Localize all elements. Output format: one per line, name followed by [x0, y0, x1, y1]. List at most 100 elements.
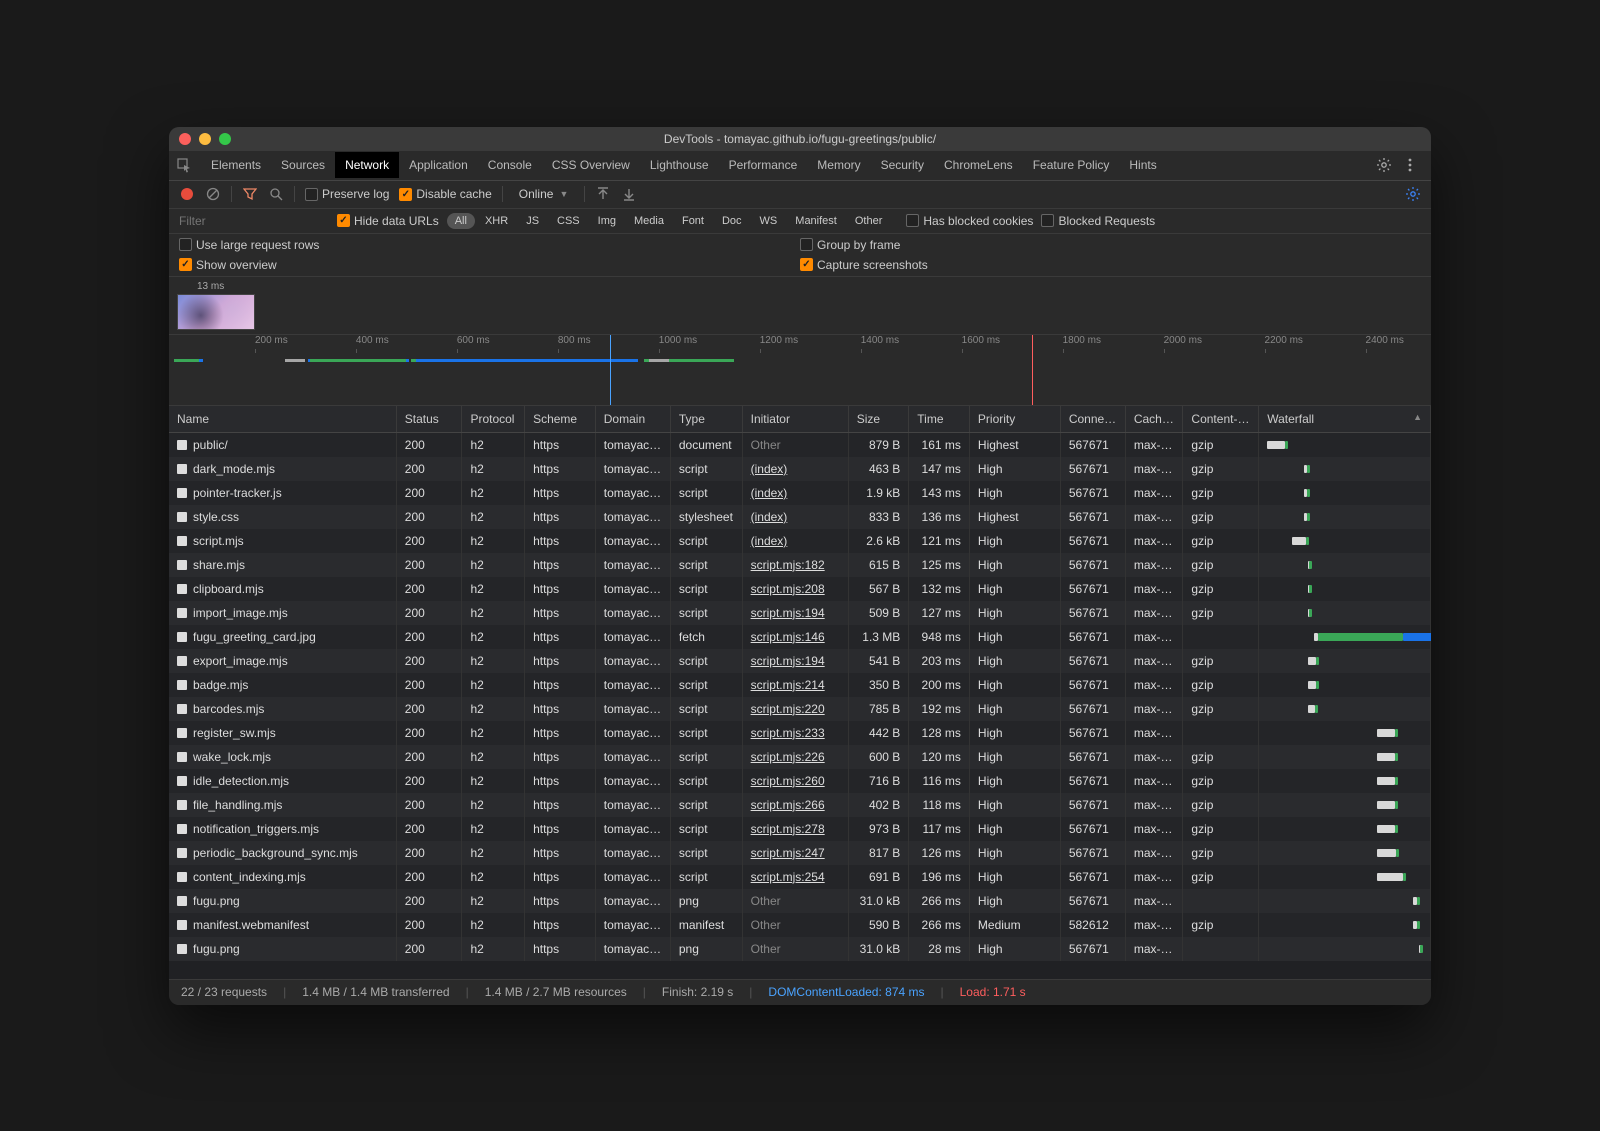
cell: (index) — [742, 505, 848, 529]
table-row[interactable]: content_indexing.mjs200h2httpstomayac…sc… — [169, 865, 1431, 889]
inspect-icon[interactable] — [175, 156, 193, 174]
more-icon[interactable] — [1401, 156, 1419, 174]
tab-sources[interactable]: Sources — [271, 152, 335, 178]
tab-chromelens[interactable]: ChromeLens — [934, 152, 1023, 178]
column-header[interactable]: Protocol — [462, 406, 525, 433]
throttling-select[interactable]: Online▼ — [513, 185, 575, 203]
column-header[interactable]: Domain — [595, 406, 670, 433]
tab-lighthouse[interactable]: Lighthouse — [640, 152, 719, 178]
capture-screenshots-checkbox[interactable]: Capture screenshots — [800, 258, 1421, 272]
table-row[interactable]: public/200h2httpstomayac…documentOther87… — [169, 432, 1431, 457]
column-header[interactable]: Size — [848, 406, 909, 433]
table-row[interactable]: notification_triggers.mjs200h2httpstomay… — [169, 817, 1431, 841]
requests-table: NameStatusProtocolSchemeDomainTypeInitia… — [169, 406, 1431, 961]
filter-type-manifest[interactable]: Manifest — [787, 213, 845, 229]
filter-type-ws[interactable]: WS — [752, 213, 786, 229]
tab-performance[interactable]: Performance — [719, 152, 808, 178]
timeline-tick: 1000 ms — [659, 335, 697, 346]
cell: script — [670, 721, 742, 745]
filter-type-css[interactable]: CSS — [549, 213, 588, 229]
record-button[interactable] — [179, 186, 195, 202]
table-row[interactable]: fugu.png200h2httpstomayac…pngOther31.0 k… — [169, 937, 1431, 961]
file-icon — [177, 896, 187, 906]
cell: gzip — [1183, 505, 1259, 529]
tab-elements[interactable]: Elements — [201, 152, 271, 178]
column-header[interactable]: Waterfall▲ — [1259, 406, 1431, 433]
table-row[interactable]: dark_mode.mjs200h2httpstomayac…script(in… — [169, 457, 1431, 481]
hide-data-urls-checkbox[interactable]: Hide data URLs — [337, 214, 439, 228]
column-header[interactable]: Time — [909, 406, 970, 433]
table-row[interactable]: share.mjs200h2httpstomayac…scriptscript.… — [169, 553, 1431, 577]
cell: h2 — [462, 481, 525, 505]
cell: tomayac… — [595, 721, 670, 745]
download-har-icon[interactable] — [621, 186, 637, 202]
tab-feature-policy[interactable]: Feature Policy — [1023, 152, 1120, 178]
network-settings-icon[interactable] — [1405, 186, 1421, 202]
column-header[interactable]: Scheme — [525, 406, 596, 433]
settings-icon[interactable] — [1375, 156, 1393, 174]
filter-icon[interactable] — [242, 186, 258, 202]
column-header[interactable]: Conne… — [1060, 406, 1125, 433]
show-overview-checkbox[interactable]: Show overview — [179, 258, 800, 272]
table-row[interactable]: barcodes.mjs200h2httpstomayac…scriptscri… — [169, 697, 1431, 721]
upload-har-icon[interactable] — [595, 186, 611, 202]
table-row[interactable]: idle_detection.mjs200h2httpstomayac…scri… — [169, 769, 1431, 793]
table-row[interactable]: pointer-tracker.js200h2httpstomayac…scri… — [169, 481, 1431, 505]
cell: gzip — [1183, 817, 1259, 841]
tab-application[interactable]: Application — [399, 152, 478, 178]
has-blocked-cookies-checkbox[interactable]: Has blocked cookies — [906, 214, 1033, 228]
screenshot-thumb[interactable] — [177, 294, 255, 330]
cell: 785 B — [848, 697, 909, 721]
table-row[interactable]: badge.mjs200h2httpstomayac…scriptscript.… — [169, 673, 1431, 697]
tab-security[interactable]: Security — [871, 152, 934, 178]
cell: script — [670, 817, 742, 841]
filter-type-xhr[interactable]: XHR — [477, 213, 516, 229]
tab-css-overview[interactable]: CSS Overview — [542, 152, 640, 178]
filter-type-img[interactable]: Img — [590, 213, 624, 229]
filter-type-doc[interactable]: Doc — [714, 213, 750, 229]
table-row[interactable]: wake_lock.mjs200h2httpstomayac…scriptscr… — [169, 745, 1431, 769]
group-by-frame-checkbox[interactable]: Group by frame — [800, 238, 1421, 252]
disable-cache-checkbox[interactable]: Disable cache — [399, 187, 491, 201]
filter-type-font[interactable]: Font — [674, 213, 712, 229]
table-row[interactable]: periodic_background_sync.mjs200h2httpsto… — [169, 841, 1431, 865]
table-row[interactable]: file_handling.mjs200h2httpstomayac…scrip… — [169, 793, 1431, 817]
column-header[interactable]: Priority — [969, 406, 1060, 433]
cell: 590 B — [848, 913, 909, 937]
column-header[interactable]: Content-… — [1183, 406, 1259, 433]
cell: 125 ms — [909, 553, 970, 577]
table-row[interactable]: style.css200h2httpstomayac…stylesheet(in… — [169, 505, 1431, 529]
tab-memory[interactable]: Memory — [807, 152, 870, 178]
filter-type-all[interactable]: All — [447, 213, 475, 229]
table-row[interactable]: fugu.png200h2httpstomayac…pngOther31.0 k… — [169, 889, 1431, 913]
table-row[interactable]: import_image.mjs200h2httpstomayac…script… — [169, 601, 1431, 625]
table-row[interactable]: manifest.webmanifest200h2httpstomayac…ma… — [169, 913, 1431, 937]
timeline-overview[interactable]: 200 ms400 ms600 ms800 ms1000 ms1200 ms14… — [169, 334, 1431, 406]
search-icon[interactable] — [268, 186, 284, 202]
use-large-rows-checkbox[interactable]: Use large request rows — [179, 238, 800, 252]
filter-type-media[interactable]: Media — [626, 213, 672, 229]
requests-table-wrap[interactable]: NameStatusProtocolSchemeDomainTypeInitia… — [169, 406, 1431, 979]
cell: gzip — [1183, 457, 1259, 481]
column-header[interactable]: Type — [670, 406, 742, 433]
blocked-requests-checkbox[interactable]: Blocked Requests — [1041, 214, 1155, 228]
cell: 128 ms — [909, 721, 970, 745]
preserve-log-checkbox[interactable]: Preserve log — [305, 187, 389, 201]
tab-hints[interactable]: Hints — [1119, 152, 1166, 178]
filter-type-js[interactable]: JS — [518, 213, 547, 229]
table-row[interactable]: clipboard.mjs200h2httpstomayac…scriptscr… — [169, 577, 1431, 601]
table-row[interactable]: fugu_greeting_card.jpg200h2httpstomayac…… — [169, 625, 1431, 649]
column-header[interactable]: Status — [396, 406, 462, 433]
column-header[interactable]: Initiator — [742, 406, 848, 433]
tab-network[interactable]: Network — [335, 152, 399, 178]
tab-console[interactable]: Console — [478, 152, 542, 178]
table-row[interactable]: script.mjs200h2httpstomayac…script(index… — [169, 529, 1431, 553]
table-row[interactable]: register_sw.mjs200h2httpstomayac…scripts… — [169, 721, 1431, 745]
column-header[interactable]: Cach… — [1125, 406, 1183, 433]
filter-input[interactable] — [179, 214, 329, 228]
column-header[interactable]: Name — [169, 406, 396, 433]
cell: https — [525, 553, 596, 577]
table-row[interactable]: export_image.mjs200h2httpstomayac…script… — [169, 649, 1431, 673]
clear-button[interactable] — [205, 186, 221, 202]
filter-type-other[interactable]: Other — [847, 213, 891, 229]
